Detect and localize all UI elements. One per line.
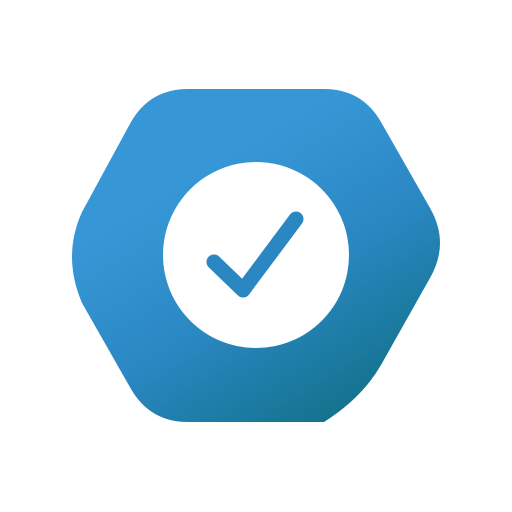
verified-badge-icon (72, 89, 440, 422)
icon-canvas (0, 0, 512, 512)
white-circle (163, 162, 349, 348)
